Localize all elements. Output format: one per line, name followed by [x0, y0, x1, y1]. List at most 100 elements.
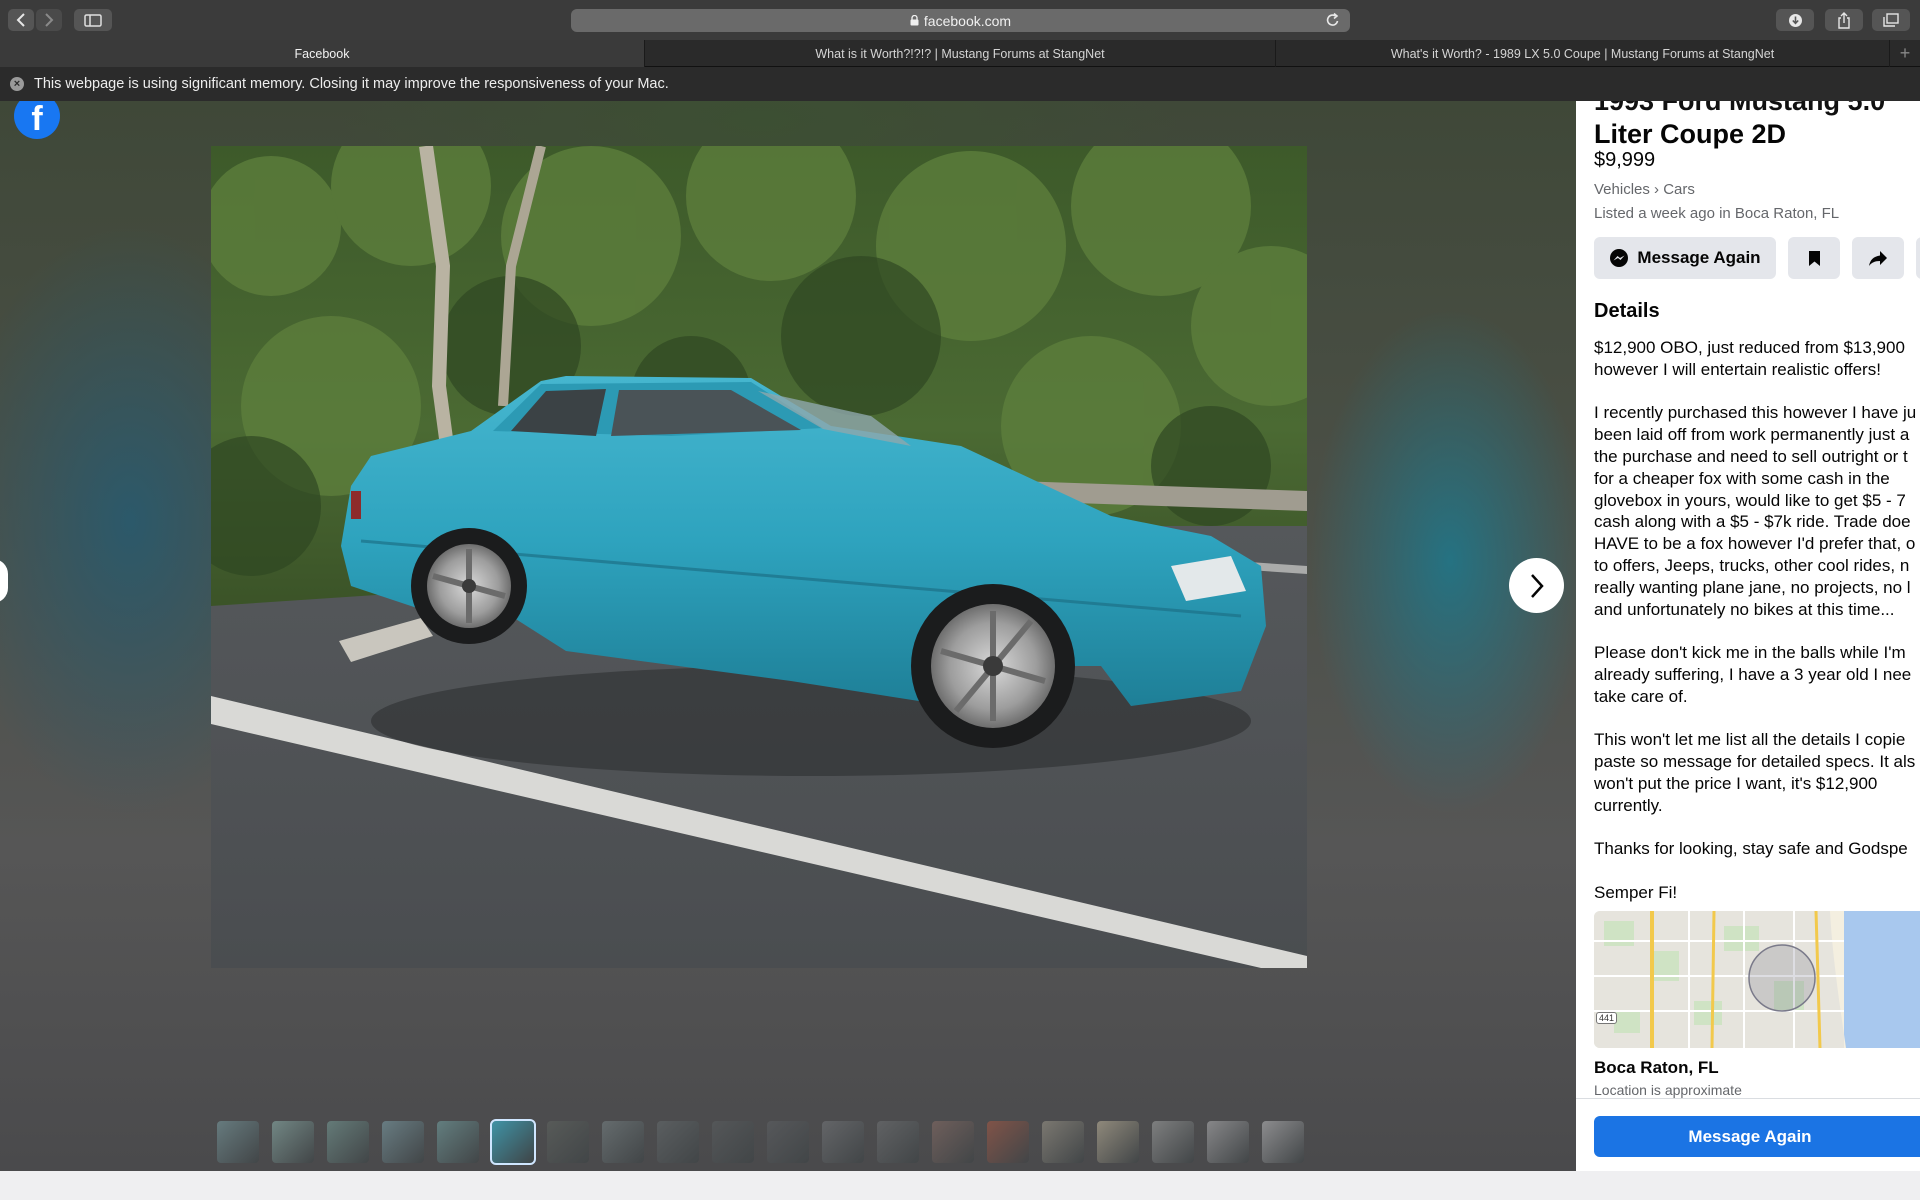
- description-line: $12,900 OBO, just reduced from $13,900: [1594, 338, 1905, 357]
- message-again-button[interactable]: Message Again: [1594, 237, 1776, 279]
- description-line: paste so message for detailed specs. It …: [1594, 752, 1916, 772]
- chevron-right-icon: [45, 13, 54, 27]
- forward-button[interactable]: [36, 9, 62, 31]
- description-line: won't put the price I want, it's $12,900: [1594, 773, 1878, 793]
- chevron-right-icon: [1530, 573, 1544, 598]
- share-listing-button[interactable]: [1852, 237, 1904, 279]
- description-line: Semper Fi!: [1594, 882, 1678, 902]
- category-breadcrumb[interactable]: Vehicles › Cars: [1594, 181, 1695, 198]
- downloads-button[interactable]: [1776, 9, 1814, 31]
- photo-thumbnail[interactable]: [490, 1119, 536, 1165]
- listing-price: $9,999: [1594, 149, 1656, 171]
- description-line: I recently purchased this however I have…: [1594, 403, 1917, 423]
- thumbnail-strip: [217, 1119, 1304, 1165]
- description-line: for a cheaper fox with some cash in the: [1594, 468, 1890, 488]
- share-arrow-icon: [1869, 250, 1887, 266]
- tab-overview-button[interactable]: [1872, 9, 1910, 31]
- more-options-button[interactable]: ···: [1916, 237, 1920, 279]
- listed-time-location: Listed a week ago in Boca Raton, FL: [1594, 205, 1840, 222]
- photo-thumbnail[interactable]: [1152, 1121, 1194, 1163]
- photo-thumbnail[interactable]: [382, 1121, 424, 1163]
- photo-thumbnail[interactable]: [547, 1121, 589, 1163]
- photo-thumbnail[interactable]: [767, 1121, 809, 1163]
- download-icon: [1788, 13, 1802, 27]
- location-map[interactable]: 441: [1594, 911, 1920, 1048]
- sidebar-toggle-button[interactable]: [74, 9, 112, 31]
- message-again-primary-button[interactable]: Message Again: [1594, 1116, 1920, 1157]
- back-button[interactable]: [8, 9, 34, 31]
- photo-thumbnail[interactable]: [1042, 1121, 1084, 1163]
- facebook-logo[interactable]: f: [14, 101, 60, 139]
- description-line: really wanting plane jane, no projects, …: [1594, 577, 1911, 597]
- listing-details-panel: 1993 Ford Mustang 5.0 Liter Coupe 2D $9,…: [1576, 101, 1920, 1171]
- messenger-icon: [1609, 248, 1629, 268]
- tabs-icon: [1883, 13, 1899, 27]
- address-bar[interactable]: facebook.com: [571, 9, 1350, 32]
- description-line: the purchase and need to sell outright o…: [1594, 446, 1908, 466]
- message-again-label: Message Again: [1637, 248, 1761, 267]
- panel-footer: Message Again: [1576, 1098, 1920, 1171]
- description-line: and unfortunately no bikes at this time.…: [1594, 599, 1895, 619]
- photo-thumbnail[interactable]: [327, 1121, 369, 1163]
- description-line: glovebox in yours, would like to get $5 …: [1594, 490, 1906, 510]
- listing-title-line2: Liter Coupe 2D: [1594, 119, 1787, 149]
- description-line: currently.: [1594, 795, 1663, 815]
- description-line: Please don't kick me in the balls while …: [1594, 643, 1906, 663]
- map-illustration: [1594, 911, 1920, 1048]
- map-road-label: 441: [1596, 1012, 1618, 1024]
- listing-description: $12,900 OBO, just reduced from $13,900 ho…: [1594, 337, 1920, 904]
- description-line: however I will entertain realistic offer…: [1594, 359, 1881, 379]
- close-banner-icon[interactable]: ×: [10, 77, 24, 91]
- listing-actions: Message Again ···: [1594, 237, 1920, 279]
- description-line: Thanks for looking, stay safe and Godspe: [1594, 839, 1908, 859]
- photo-thumbnail[interactable]: [602, 1121, 644, 1163]
- tab-stangnet-1989-lx[interactable]: What's it Worth? - 1989 LX 5.0 Coupe | M…: [1276, 40, 1890, 67]
- description-line: already suffering, I have a 3 year old I…: [1594, 664, 1912, 684]
- facebook-logo-letter: f: [31, 101, 43, 138]
- photo-thumbnail[interactable]: [1097, 1121, 1139, 1163]
- photo-thumbnail[interactable]: [1207, 1121, 1249, 1163]
- details-heading: Details: [1594, 300, 1660, 322]
- page-footer-strip: [0, 1171, 1920, 1200]
- next-photo-button[interactable]: [1509, 558, 1564, 613]
- tab-strip: Facebook What is it Worth?!?!? | Mustang…: [0, 40, 1920, 67]
- description-line: to offers, Jeeps, trucks, other cool rid…: [1594, 555, 1910, 575]
- tab-facebook[interactable]: Facebook: [0, 40, 645, 67]
- previous-photo-button[interactable]: [0, 559, 8, 603]
- mustang-photo-illustration: [211, 146, 1307, 968]
- listing-photo: [211, 146, 1307, 968]
- location-approximate-note: Location is approximate: [1594, 1082, 1742, 1098]
- description-line: This won't let me list all the details I…: [1594, 730, 1906, 750]
- memory-warning-banner: × This webpage is using significant memo…: [0, 67, 1920, 101]
- photo-thumbnail[interactable]: [657, 1121, 699, 1163]
- listing-title-line1: 1993 Ford Mustang 5.0: [1594, 101, 1886, 116]
- description-line: take care of.: [1594, 686, 1688, 706]
- chevron-left-icon: [16, 13, 25, 27]
- photo-thumbnail[interactable]: [932, 1121, 974, 1163]
- photo-thumbnail[interactable]: [217, 1121, 259, 1163]
- new-tab-button[interactable]: +: [1890, 40, 1920, 67]
- bookmark-icon: [1808, 250, 1820, 266]
- save-listing-button[interactable]: [1788, 237, 1840, 279]
- photo-thumbnail[interactable]: [437, 1121, 479, 1163]
- photo-thumbnail[interactable]: [987, 1121, 1029, 1163]
- share-button[interactable]: [1825, 9, 1863, 31]
- description-line: cash along with a $5 - $7k ride. Trade d…: [1594, 512, 1911, 532]
- description-line: HAVE to be a fox however I'd prefer that…: [1594, 534, 1916, 554]
- tab-stangnet-worth[interactable]: What is it Worth?!?!? | Mustang Forums a…: [645, 40, 1276, 67]
- photo-thumbnail[interactable]: [877, 1121, 919, 1163]
- photo-thumbnail[interactable]: [712, 1121, 754, 1163]
- photo-thumbnail[interactable]: [822, 1121, 864, 1163]
- photo-thumbnail[interactable]: [272, 1121, 314, 1163]
- sidebar-icon: [84, 13, 102, 27]
- share-icon: [1838, 11, 1850, 29]
- browser-toolbar: facebook.com: [0, 0, 1920, 40]
- photo-thumbnail[interactable]: [1262, 1121, 1304, 1163]
- url-text: facebook.com: [923, 12, 1012, 29]
- location-name: Boca Raton, FL: [1594, 1058, 1719, 1077]
- description-line: been laid off from work permanently just…: [1594, 425, 1910, 445]
- reload-icon[interactable]: [1326, 12, 1340, 28]
- photo-viewer: f: [0, 101, 1576, 1171]
- memory-warning-text: This webpage is using significant memory…: [34, 76, 669, 92]
- listing-title: 1993 Ford Mustang 5.0 Liter Coupe 2D: [1594, 101, 1885, 151]
